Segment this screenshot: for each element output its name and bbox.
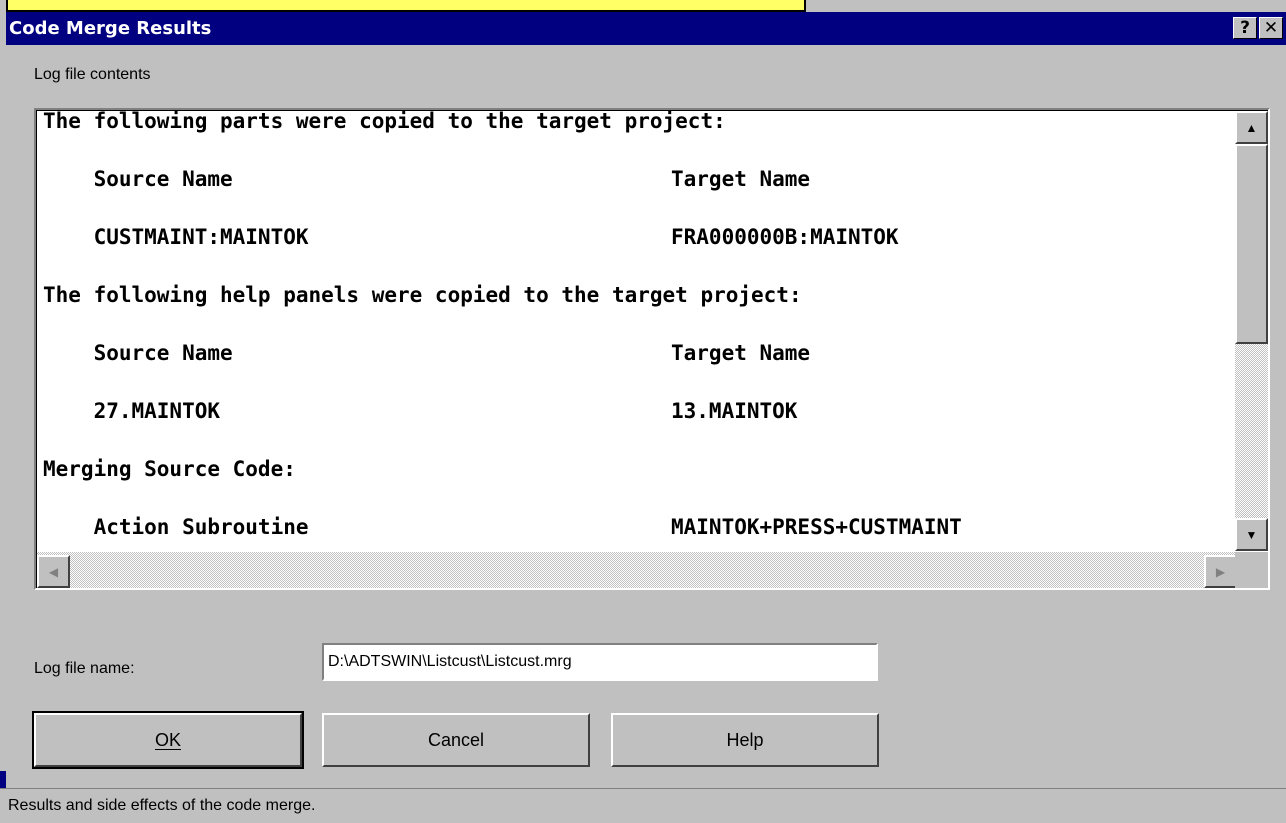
log-line: CUSTMAINT:MAINTOK FRA000000B:MAINTOK (43, 217, 899, 257)
log-line: 27.MAINTOK 13.MAINTOK (43, 391, 798, 431)
log-line-right: Target Name (671, 167, 811, 191)
scroll-left-icon[interactable]: ◀ (37, 555, 70, 588)
log-line-left: The following parts were copied to the t… (43, 111, 726, 133)
scroll-up-icon[interactable]: ▲ (1235, 111, 1268, 144)
scrollbar-corner (1235, 552, 1268, 588)
log-file-name-input[interactable] (322, 643, 878, 681)
log-line-left: CUSTMAINT:MAINTOK (43, 225, 309, 249)
log-line: The following parts were copied to the t… (43, 111, 726, 141)
log-line: Action Subroutine MAINTOK+PRESS+CUSTMAINT (43, 507, 962, 547)
help-button-label: Help (726, 729, 764, 750)
help-button[interactable]: Help (611, 713, 879, 767)
log-file-name-label: Log file name: (34, 660, 135, 677)
log-line-left: The following help panels were copied to… (43, 283, 802, 307)
ok-button[interactable]: OK (32, 711, 304, 769)
log-line: Merging Source Code: (43, 449, 296, 489)
help-icon[interactable]: ? (1233, 17, 1257, 39)
log-contents-box[interactable]: The following parts were copied to the t… (34, 108, 1270, 590)
vertical-scrollbar[interactable]: ▲ ▼ (1235, 111, 1268, 551)
log-line-left: 27.MAINTOK (43, 399, 221, 423)
window-title: Code Merge Results (9, 18, 212, 39)
log-line: The following help panels were copied to… (43, 275, 802, 315)
log-line: Source Name Target Name (43, 159, 811, 199)
log-line-right: MAINTOK+PRESS+CUSTMAINT (671, 515, 962, 539)
log-line: Source Name Target Name (43, 333, 811, 373)
horizontal-scrollbar[interactable]: ◀ ▶ (37, 552, 1238, 588)
log-line-right: Target Name (671, 341, 811, 365)
vertical-scroll-thumb[interactable] (1235, 144, 1268, 344)
scroll-right-icon[interactable]: ▶ (1204, 555, 1237, 588)
log-lines: The following parts were copied to the t… (43, 111, 1229, 551)
yellow-tooltip-strip (6, 0, 806, 12)
ok-button-label: OK (154, 729, 181, 750)
log-line-left: Action Subroutine (43, 515, 309, 539)
status-text: Results and side effects of the code mer… (8, 797, 316, 814)
close-icon[interactable]: ✕ (1259, 17, 1283, 39)
cancel-button-label: Cancel (427, 729, 485, 750)
log-line-left: Source Name (43, 167, 233, 191)
status-bar: Results and side effects of the code mer… (0, 788, 1286, 823)
log-line-left: Source Name (43, 341, 233, 365)
log-line-right: FRA000000B:MAINTOK (671, 225, 899, 249)
scroll-down-icon[interactable]: ▼ (1235, 518, 1268, 551)
title-bar[interactable]: Code Merge Results ? ✕ (6, 12, 1286, 45)
cancel-button[interactable]: Cancel (322, 713, 590, 767)
log-contents-label: Log file contents (34, 66, 151, 83)
log-line-right: 13.MAINTOK (671, 399, 798, 423)
log-line-left: Merging Source Code: (43, 457, 296, 481)
